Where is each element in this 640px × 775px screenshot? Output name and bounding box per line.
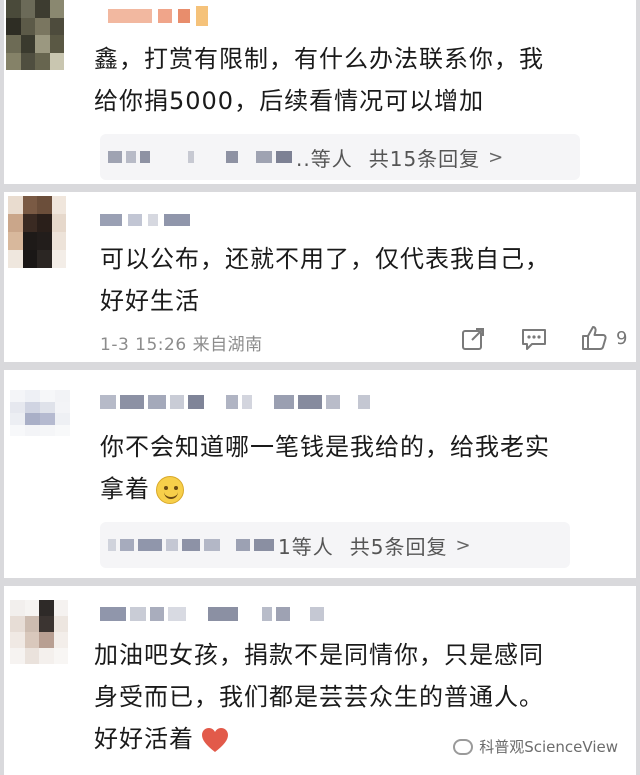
- username-redacted: [100, 394, 370, 410]
- avatar[interactable]: [10, 390, 70, 436]
- reply-summary[interactable]: 1等人 共5条回复 >: [100, 522, 570, 568]
- reply-count: 共15条回复: [368, 146, 481, 171]
- like-button[interactable]: 9: [580, 324, 627, 352]
- avatar[interactable]: [8, 196, 66, 268]
- wechat-logo-icon: [453, 738, 474, 755]
- comment-text: 你不会知道哪一笔钱是我给的，给我老实 拿着: [100, 433, 550, 504]
- avatar[interactable]: [10, 600, 68, 664]
- share-icon: [462, 328, 484, 350]
- reply-summary[interactable]: ..等人 共15条回复 >: [100, 134, 580, 180]
- comment-card-1: 鑫，打赏有限制，有什么办法联系你，我 给你捐5000，后续看情况可以增加 ..等…: [4, 0, 636, 184]
- comment-card-3: 你不会知道哪一笔钱是我给的，给我老实 拿着 1等人 共5条回复 >: [4, 370, 636, 578]
- comment-button[interactable]: [520, 326, 548, 352]
- comment-text: 可以公布，还就不用了，仅代表我自己， 好好生活: [100, 245, 550, 315]
- comment-icon: [522, 329, 546, 350]
- red-heart-emoji: [202, 728, 228, 752]
- chevron-right-icon: >: [455, 534, 471, 556]
- username-redacted: [100, 606, 324, 622]
- watermark: 科普观ScienceView: [453, 736, 618, 757]
- comment-meta: 1-3 15:26 来自湖南: [100, 335, 263, 355]
- comment-card-2: 可以公布，还就不用了，仅代表我自己， 好好生活 1-3 15:26 来自湖南 9: [4, 192, 636, 362]
- like-count: 9: [616, 327, 628, 349]
- reply-names-redacted: [108, 151, 292, 163]
- smile-emoji: [156, 476, 184, 504]
- username-redacted: [100, 212, 190, 228]
- thumbs-up-icon: [582, 326, 607, 350]
- reply-names-tail: ..等人: [296, 146, 353, 171]
- reply-count: 共5条回复: [349, 534, 448, 559]
- username-redacted: [108, 6, 208, 26]
- reply-names-redacted: [108, 539, 274, 551]
- avatar[interactable]: [6, 0, 64, 70]
- chevron-right-icon: >: [488, 146, 504, 168]
- share-button[interactable]: [460, 326, 486, 352]
- comment-text: 鑫，打赏有限制，有什么办法联系你，我 给你捐5000，后续看情况可以增加: [94, 45, 544, 115]
- comment-card-4: 加油吧女孩，捐款不是同情你，只是感同 身受而已，我们都是芸芸众生的普通人。 好好…: [4, 586, 636, 775]
- reply-names-tail: 1等人: [278, 534, 334, 559]
